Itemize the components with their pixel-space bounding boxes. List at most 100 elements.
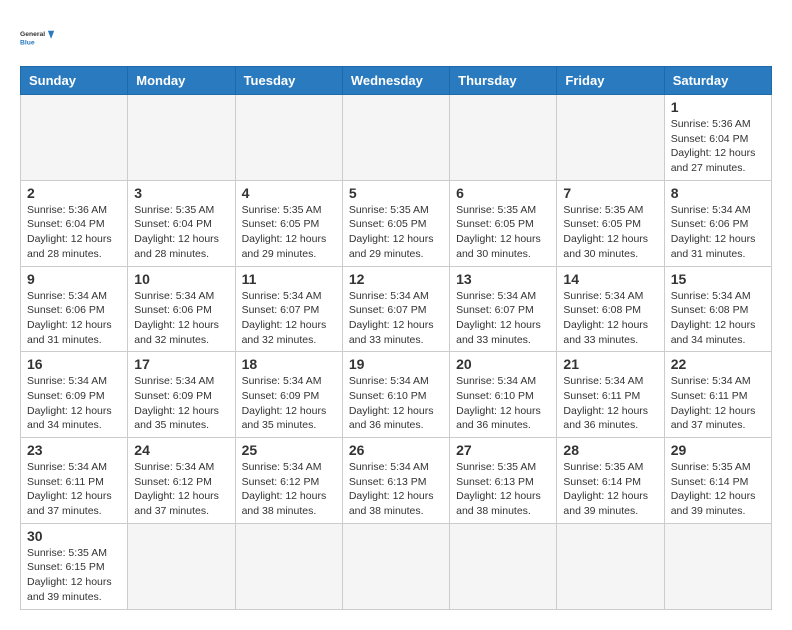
calendar-cell <box>235 95 342 181</box>
calendar-cell: 8Sunrise: 5:34 AM Sunset: 6:06 PM Daylig… <box>664 180 771 266</box>
header: GeneralBlue <box>20 20 772 56</box>
logo: GeneralBlue <box>20 20 56 56</box>
day-info: Sunrise: 5:35 AM Sunset: 6:05 PM Dayligh… <box>349 203 443 262</box>
weekday-header-row: SundayMondayTuesdayWednesdayThursdayFrid… <box>21 67 772 95</box>
day-number: 2 <box>27 185 121 201</box>
calendar-cell: 6 Sunrise: 5:35 AM Sunset: 6:05 PM Daylig… <box>450 180 557 266</box>
calendar-cell: 14 Sunrise: 5:34 AM Sunset: 6:08 PM Dayli… <box>557 266 664 352</box>
day-number: 27 <box>456 442 550 458</box>
calendar-cell: 11 Sunrise: 5:34 AM Sunset: 6:07 PM Dayli… <box>235 266 342 352</box>
day-info: Sunrise: 5:34 AM Sunset: 6:07 PM Dayligh… <box>456 289 550 348</box>
day-info: Sunrise: 5:36 AM Sunset: 6:04 PM Dayligh… <box>27 203 121 262</box>
calendar-cell: 15 Sunrise: 5:34 AM Sunset: 6:08 PM Dayli… <box>664 266 771 352</box>
weekday-header-friday: Friday <box>557 67 664 95</box>
calendar-cell <box>342 95 449 181</box>
svg-text:General: General <box>20 31 45 38</box>
calendar-cell: 24 Sunrise: 5:34 AM Sunset: 6:12 PM Dayli… <box>128 438 235 524</box>
day-info: Sunrise: 5:35 AM Sunset: 6:15 PM Dayligh… <box>27 546 121 605</box>
calendar-cell: 7Sunrise: 5:35 AM Sunset: 6:05 PM Daylig… <box>557 180 664 266</box>
calendar-cell: 20Sunrise: 5:34 AM Sunset: 6:10 PM Dayli… <box>450 352 557 438</box>
calendar-cell: 5 Sunrise: 5:35 AM Sunset: 6:05 PM Daylig… <box>342 180 449 266</box>
day-number: 15 <box>671 271 765 287</box>
calendar-cell <box>128 523 235 609</box>
day-info: Sunrise: 5:34 AM Sunset: 6:11 PM Dayligh… <box>27 460 121 519</box>
day-info: Sunrise: 5:34 AM Sunset: 6:10 PM Dayligh… <box>349 374 443 433</box>
day-info: Sunrise: 5:34 AM Sunset: 6:07 PM Dayligh… <box>349 289 443 348</box>
day-info: Sunrise: 5:35 AM Sunset: 6:05 PM Dayligh… <box>563 203 657 262</box>
weekday-header-saturday: Saturday <box>664 67 771 95</box>
calendar-cell: 16 Sunrise: 5:34 AM Sunset: 6:09 PM Dayli… <box>21 352 128 438</box>
calendar-cell <box>128 95 235 181</box>
calendar-week-row: 9Sunrise: 5:34 AM Sunset: 6:06 PM Daylig… <box>21 266 772 352</box>
day-number: 10 <box>134 271 228 287</box>
calendar-cell: 30 Sunrise: 5:35 AM Sunset: 6:15 PM Dayli… <box>21 523 128 609</box>
calendar-cell: 29Sunrise: 5:35 AM Sunset: 6:14 PM Dayli… <box>664 438 771 524</box>
day-number: 13 <box>456 271 550 287</box>
calendar-cell <box>664 523 771 609</box>
calendar-cell: 13 Sunrise: 5:34 AM Sunset: 6:07 PM Dayli… <box>450 266 557 352</box>
day-number: 19 <box>349 356 443 372</box>
calendar-week-row: 1 Sunrise: 5:36 AM Sunset: 6:04 PM Daylig… <box>21 95 772 181</box>
weekday-header-monday: Monday <box>128 67 235 95</box>
day-info: Sunrise: 5:34 AM Sunset: 6:11 PM Dayligh… <box>671 374 765 433</box>
day-number: 16 <box>27 356 121 372</box>
calendar-cell: 10Sunrise: 5:34 AM Sunset: 6:06 PM Dayli… <box>128 266 235 352</box>
calendar-cell: 4Sunrise: 5:35 AM Sunset: 6:05 PM Daylig… <box>235 180 342 266</box>
day-info: Sunrise: 5:34 AM Sunset: 6:08 PM Dayligh… <box>671 289 765 348</box>
calendar-cell: 25Sunrise: 5:34 AM Sunset: 6:12 PM Dayli… <box>235 438 342 524</box>
calendar-cell <box>450 95 557 181</box>
day-number: 11 <box>242 271 336 287</box>
day-info: Sunrise: 5:34 AM Sunset: 6:09 PM Dayligh… <box>27 374 121 433</box>
day-number: 22 <box>671 356 765 372</box>
calendar-cell: 3 Sunrise: 5:35 AM Sunset: 6:04 PM Daylig… <box>128 180 235 266</box>
day-info: Sunrise: 5:34 AM Sunset: 6:06 PM Dayligh… <box>27 289 121 348</box>
day-info: Sunrise: 5:35 AM Sunset: 6:05 PM Dayligh… <box>456 203 550 262</box>
day-number: 6 <box>456 185 550 201</box>
calendar-week-row: 16 Sunrise: 5:34 AM Sunset: 6:09 PM Dayli… <box>21 352 772 438</box>
calendar-cell: 28 Sunrise: 5:35 AM Sunset: 6:14 PM Dayli… <box>557 438 664 524</box>
calendar-cell: 27 Sunrise: 5:35 AM Sunset: 6:13 PM Dayli… <box>450 438 557 524</box>
day-info: Sunrise: 5:34 AM Sunset: 6:06 PM Dayligh… <box>671 203 765 262</box>
calendar-cell: 12 Sunrise: 5:34 AM Sunset: 6:07 PM Dayli… <box>342 266 449 352</box>
calendar-cell <box>557 523 664 609</box>
day-number: 14 <box>563 271 657 287</box>
weekday-header-sunday: Sunday <box>21 67 128 95</box>
calendar-cell: 2 Sunrise: 5:36 AM Sunset: 6:04 PM Daylig… <box>21 180 128 266</box>
calendar-cell <box>235 523 342 609</box>
day-info: Sunrise: 5:34 AM Sunset: 6:09 PM Dayligh… <box>242 374 336 433</box>
calendar-cell <box>557 95 664 181</box>
calendar-week-row: 2 Sunrise: 5:36 AM Sunset: 6:04 PM Daylig… <box>21 180 772 266</box>
calendar-week-row: 23Sunrise: 5:34 AM Sunset: 6:11 PM Dayli… <box>21 438 772 524</box>
day-info: Sunrise: 5:34 AM Sunset: 6:13 PM Dayligh… <box>349 460 443 519</box>
day-number: 20 <box>456 356 550 372</box>
calendar-cell: 18Sunrise: 5:34 AM Sunset: 6:09 PM Dayli… <box>235 352 342 438</box>
day-info: Sunrise: 5:35 AM Sunset: 6:13 PM Dayligh… <box>456 460 550 519</box>
day-number: 30 <box>27 528 121 544</box>
day-info: Sunrise: 5:35 AM Sunset: 6:04 PM Dayligh… <box>134 203 228 262</box>
day-number: 28 <box>563 442 657 458</box>
day-info: Sunrise: 5:35 AM Sunset: 6:14 PM Dayligh… <box>563 460 657 519</box>
day-info: Sunrise: 5:34 AM Sunset: 6:11 PM Dayligh… <box>563 374 657 433</box>
calendar-cell: 23Sunrise: 5:34 AM Sunset: 6:11 PM Dayli… <box>21 438 128 524</box>
calendar-cell: 19 Sunrise: 5:34 AM Sunset: 6:10 PM Dayli… <box>342 352 449 438</box>
calendar-table: SundayMondayTuesdayWednesdayThursdayFrid… <box>20 66 772 610</box>
day-info: Sunrise: 5:34 AM Sunset: 6:09 PM Dayligh… <box>134 374 228 433</box>
calendar-cell: 26Sunrise: 5:34 AM Sunset: 6:13 PM Dayli… <box>342 438 449 524</box>
day-number: 1 <box>671 99 765 115</box>
weekday-header-wednesday: Wednesday <box>342 67 449 95</box>
day-number: 24 <box>134 442 228 458</box>
calendar-cell <box>21 95 128 181</box>
weekday-header-thursday: Thursday <box>450 67 557 95</box>
day-info: Sunrise: 5:34 AM Sunset: 6:12 PM Dayligh… <box>134 460 228 519</box>
calendar-cell: 1 Sunrise: 5:36 AM Sunset: 6:04 PM Daylig… <box>664 95 771 181</box>
day-number: 17 <box>134 356 228 372</box>
day-info: Sunrise: 5:34 AM Sunset: 6:07 PM Dayligh… <box>242 289 336 348</box>
calendar-cell: 22 Sunrise: 5:34 AM Sunset: 6:11 PM Dayli… <box>664 352 771 438</box>
calendar-cell <box>342 523 449 609</box>
day-number: 3 <box>134 185 228 201</box>
day-info: Sunrise: 5:36 AM Sunset: 6:04 PM Dayligh… <box>671 117 765 176</box>
day-info: Sunrise: 5:34 AM Sunset: 6:08 PM Dayligh… <box>563 289 657 348</box>
day-number: 5 <box>349 185 443 201</box>
day-number: 12 <box>349 271 443 287</box>
calendar-cell: 21Sunrise: 5:34 AM Sunset: 6:11 PM Dayli… <box>557 352 664 438</box>
